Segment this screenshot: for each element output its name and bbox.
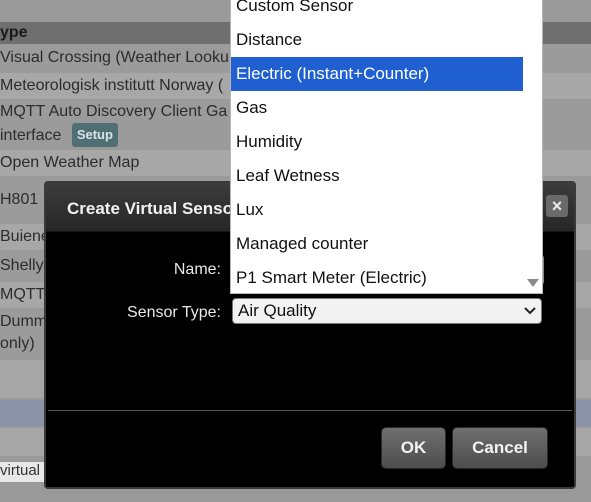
dropdown-option[interactable]: Distance [231, 23, 523, 57]
row-type-label: Shelly [0, 257, 44, 274]
dropdown-option[interactable]: Gas [231, 91, 523, 125]
row-type-label: Meteorologisk institutt Norway ( [0, 77, 224, 94]
sensor-type-value: Air Quality [238, 301, 317, 320]
row-type-label: MQTT Auto Discovery Client Ga [0, 103, 228, 120]
filter-input[interactable]: virtual [0, 462, 44, 482]
row-type-label: MQTT [0, 286, 46, 303]
setup-button[interactable]: Setup [71, 123, 118, 147]
row-type-label: Open Weather Map [0, 154, 140, 171]
sensor-type-label: Sensor Type: [127, 304, 221, 321]
scroll-down-arrow-icon[interactable] [527, 279, 539, 287]
row-type-label: interface [0, 127, 62, 144]
column-header-type: ype [0, 24, 28, 41]
dropdown-option[interactable]: Humidity [231, 125, 523, 159]
close-icon[interactable]: × [546, 195, 568, 217]
name-label: Name: [173, 261, 221, 278]
row-type-label: Dumm [0, 313, 48, 330]
dropdown-option[interactable]: Custom Sensor [231, 0, 523, 23]
row-type-label: H801 [0, 191, 39, 208]
dialog-title: Create Virtual Sensor [67, 199, 240, 218]
row-type-label: Buiene [0, 228, 50, 245]
row-type-label: only) [0, 335, 35, 352]
chevron-down-icon [524, 299, 536, 331]
cancel-button[interactable]: Cancel [452, 427, 548, 469]
dropdown-option[interactable]: Leaf Wetness [231, 159, 523, 193]
dialog-divider [48, 410, 572, 411]
sensor-type-select[interactable]: Air Quality [232, 298, 542, 324]
dropdown-option[interactable]: P1 Smart Meter (Electric) [231, 261, 523, 293]
dropdown-option[interactable]: Lux [231, 193, 523, 227]
sensor-type-dropdown-list[interactable]: Custom Sensor Distance Electric (Instant… [230, 0, 543, 294]
dropdown-option[interactable]: Managed counter [231, 227, 523, 261]
row-type-label: Visual Crossing (Weather Looku [0, 49, 229, 66]
ok-button[interactable]: OK [381, 427, 446, 469]
dropdown-option-highlighted[interactable]: Electric (Instant+Counter) [231, 57, 523, 91]
